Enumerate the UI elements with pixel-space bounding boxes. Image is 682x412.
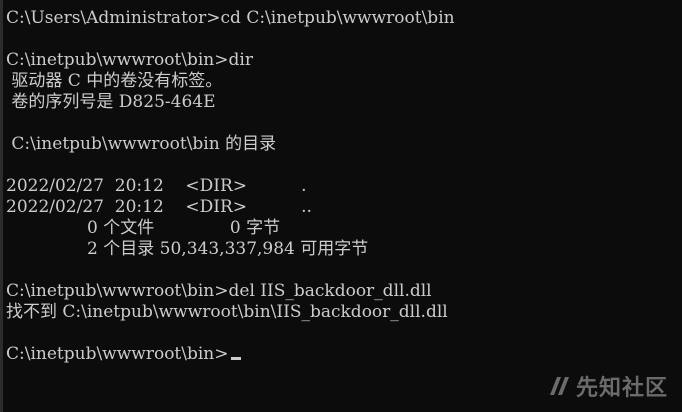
terminal-line-file-count: 0 个文件 0 字节 [6, 218, 281, 238]
terminal-line-dir-count: 2 个目录 50,343,337,984 可用字节 [6, 239, 369, 259]
text-cursor [230, 357, 241, 360]
terminal-line-volume-label: 驱动器 C 中的卷没有标签。 [6, 71, 223, 91]
terminal-line-dir-entry: 2022/02/27 20:12 <DIR> . [6, 176, 307, 196]
prompt-text: C:\inetpub\wwwroot\bin> [6, 344, 229, 364]
terminal-line-dir-command: C:\inetpub\wwwroot\bin>dir [6, 50, 253, 70]
terminal-line-del-command: C:\inetpub\wwwroot\bin>del IIS_backdoor_… [6, 281, 432, 301]
watermark: 先知社区 [548, 370, 668, 402]
terminal-line-cd-command: C:\Users\Administrator>cd C:\inetpub\www… [6, 8, 455, 28]
watermark-text: 先知社区 [575, 376, 668, 401]
terminal-line-not-found: 找不到 C:\inetpub\wwwroot\bin\IIS_backdoor_… [6, 302, 448, 322]
terminal-line-prompt[interactable]: C:\inetpub\wwwroot\bin> [6, 344, 241, 365]
terminal-window[interactable]: C:\Users\Administrator>cd C:\inetpub\www… [0, 0, 682, 412]
window-edge [0, 0, 3, 412]
terminal-line-dir-entry: 2022/02/27 20:12 <DIR> .. [6, 197, 312, 217]
terminal-line-volume-serial: 卷的序列号是 D825-464E [6, 92, 216, 112]
terminal-line-directory-of: C:\inetpub\wwwroot\bin 的目录 [6, 134, 277, 154]
xianzhi-logo-icon [549, 377, 569, 395]
